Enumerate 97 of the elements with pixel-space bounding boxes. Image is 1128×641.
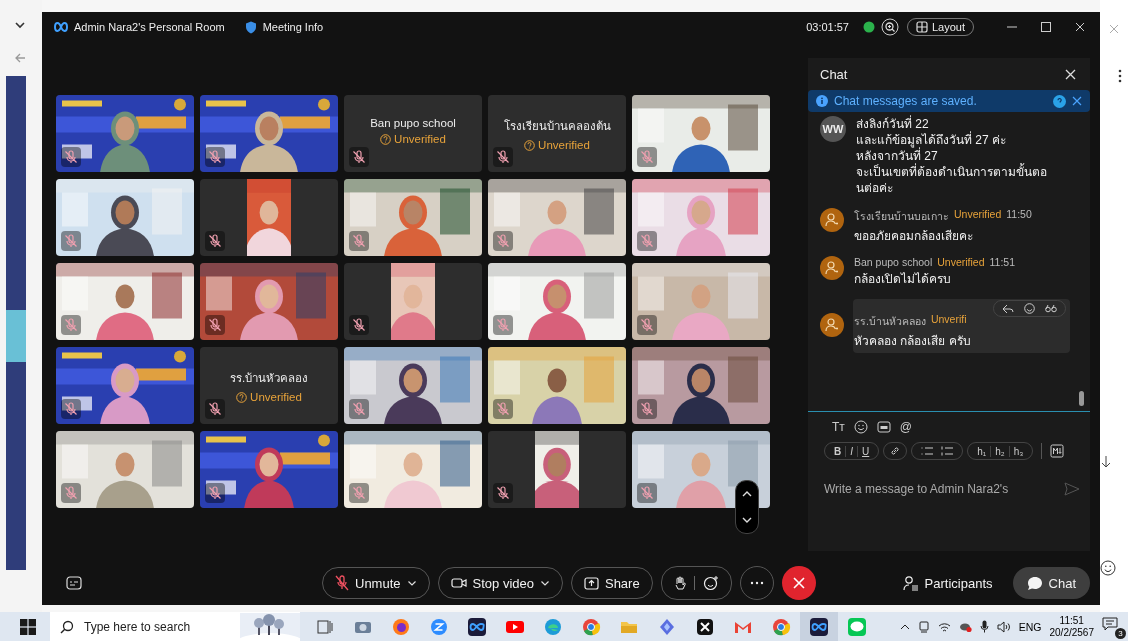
search-icon: [60, 619, 74, 634]
help-icon[interactable]: [1053, 94, 1066, 108]
numbered-list-icon[interactable]: [940, 445, 955, 457]
chevron-down-icon[interactable]: [741, 515, 753, 525]
banner-text: Chat messages are saved.: [834, 94, 978, 108]
guest-avatar-icon: [820, 313, 844, 337]
caret-icon[interactable]: [406, 579, 417, 587]
reply-icon[interactable]: [1002, 303, 1014, 314]
heading-button[interactable]: h₃: [1009, 445, 1028, 457]
raise-hand-icon[interactable]: [673, 575, 686, 591]
zoom-icon[interactable]: [880, 18, 899, 36]
avatar: WW: [820, 116, 846, 142]
scroll-buttons[interactable]: [735, 480, 759, 534]
notification-count: 3: [1115, 627, 1126, 639]
chat-button[interactable]: Chat: [1012, 567, 1090, 599]
format-button[interactable]: U: [858, 445, 874, 457]
bullet-list-icon[interactable]: [920, 445, 935, 457]
meeting-info-link[interactable]: Meeting Info: [262, 21, 324, 33]
sender-name: Ban pupo school: [854, 256, 933, 268]
participants-icon: [902, 575, 919, 591]
question-icon: [380, 133, 392, 145]
share-screen-icon: [583, 576, 599, 590]
message-time: 11:51: [989, 256, 1015, 268]
quote-icon[interactable]: [1045, 304, 1057, 313]
mention-button[interactable]: @: [899, 420, 912, 434]
format-button[interactable]: I: [846, 445, 858, 457]
info-icon: [816, 95, 828, 107]
participant-name: โรงเรียนบ้านคลองต้น: [503, 118, 611, 134]
speaker-icon[interactable]: [996, 620, 1011, 633]
message-input[interactable]: Write a message to Admin Nara2's: [824, 482, 1064, 496]
end-call-icon[interactable]: [781, 566, 816, 600]
sender-name: โรงเรียนบ้านบอเกาะ: [854, 209, 949, 224]
participant-tile[interactable]: รร.บ้านหัวคลอง Unverified: [200, 347, 338, 424]
microphone-icon[interactable]: [979, 620, 989, 633]
video-tile[interactable]: [488, 431, 626, 508]
participant-tile[interactable]: โรงเรียนบ้านคลองต้น Unverified: [488, 95, 626, 172]
captions-icon[interactable]: [66, 576, 82, 590]
video-tile[interactable]: [200, 179, 338, 256]
unverified-label: Unverified: [524, 139, 590, 151]
unverified-label: Unverified: [937, 256, 985, 268]
close-icon[interactable]: [1074, 21, 1086, 33]
clock[interactable]: 11:51 20/2/2567: [1049, 614, 1094, 639]
question-icon: [524, 139, 536, 151]
participant-name: Ban pupo school: [370, 117, 456, 129]
participant-name: รร.บ้านหัวคลอง: [229, 371, 309, 386]
maximize-icon[interactable]: [1040, 21, 1052, 33]
grid-icon: [915, 21, 928, 33]
chat-title: Chat: [820, 66, 848, 82]
connection-status-icon[interactable]: [862, 21, 875, 33]
shield-icon[interactable]: [244, 20, 257, 34]
muted-mic-icon: [335, 575, 349, 591]
markdown-icon[interactable]: [1050, 444, 1065, 458]
chat-bubble-icon: [1026, 575, 1043, 591]
unverified-label: Unverified: [380, 133, 446, 145]
arrow-down-icon[interactable]: [1100, 455, 1112, 469]
guest-avatar-icon: [820, 208, 844, 232]
message-text: หัวคลอง กล้องเสีย ครับ: [854, 333, 971, 349]
message-text: ขออภัยคอมกล้องเสียคะ: [854, 228, 974, 244]
search-input: Type here to search: [82, 618, 216, 635]
link-icon: [889, 445, 902, 457]
heading-button[interactable]: h₁: [973, 445, 992, 457]
infinity-logo-icon: [54, 22, 68, 32]
add-reaction-icon[interactable]: [702, 575, 719, 591]
windows-logo-icon[interactable]: [20, 618, 36, 635]
image-icon[interactable]: [876, 420, 891, 434]
more-vertical-icon[interactable]: [1118, 69, 1122, 83]
guest-avatar-icon: [820, 256, 844, 280]
search-field[interactable]: Type here to search: [50, 612, 300, 641]
unverified-label: Unverified: [954, 208, 1002, 222]
scrollbar-thumb[interactable]: [1079, 391, 1084, 406]
unverified-label: Unverifi: [930, 313, 967, 327]
wifi-icon[interactable]: [937, 620, 951, 633]
camera-icon: [450, 577, 467, 589]
message-text: ส่งลิงก์วันที่ 22 และแก้ข้อมูลได้ถึงวันที่ 27 ค่ะ หลังจากวันที่ 27 จะเป็นเขตที่ต้องดำเนินการตามขั้นตอ นต่อค่ะ: [856, 116, 1047, 196]
window-title: Admin Nara2's Personal Room: [74, 21, 225, 33]
chevron-up-icon[interactable]: [899, 622, 910, 631]
chevron-down-icon[interactable]: [14, 20, 26, 30]
back-arrow-icon[interactable]: [14, 52, 26, 64]
question-icon: [236, 391, 248, 403]
notification-icon[interactable]: [1102, 616, 1118, 631]
participant-tile[interactable]: Ban pupo school Unverified: [344, 95, 482, 172]
text-style-button[interactable]: Tт: [832, 420, 845, 434]
infinity-icon[interactable]: [800, 612, 838, 641]
message-text: กล้องเปิดไม่ได้ครบ: [854, 271, 952, 287]
unverified-label: Unverified: [236, 391, 302, 403]
participants-button[interactable]: Participants: [888, 567, 1007, 599]
meeting-timer: 03:01:57: [806, 21, 849, 33]
message-time: 11:50: [1006, 208, 1032, 222]
emoji-icon[interactable]: [1100, 560, 1116, 576]
format-button[interactable]: B: [830, 445, 847, 457]
video-tile[interactable]: [344, 263, 482, 340]
language-indicator[interactable]: ENG: [1018, 620, 1042, 633]
chevron-up-icon[interactable]: [741, 489, 753, 499]
sender-name: รร.บ้านหัวคลอง: [854, 314, 926, 329]
heading-button[interactable]: h₂: [991, 445, 1010, 457]
device-icon[interactable]: [917, 620, 930, 633]
caret-icon[interactable]: [539, 579, 550, 587]
